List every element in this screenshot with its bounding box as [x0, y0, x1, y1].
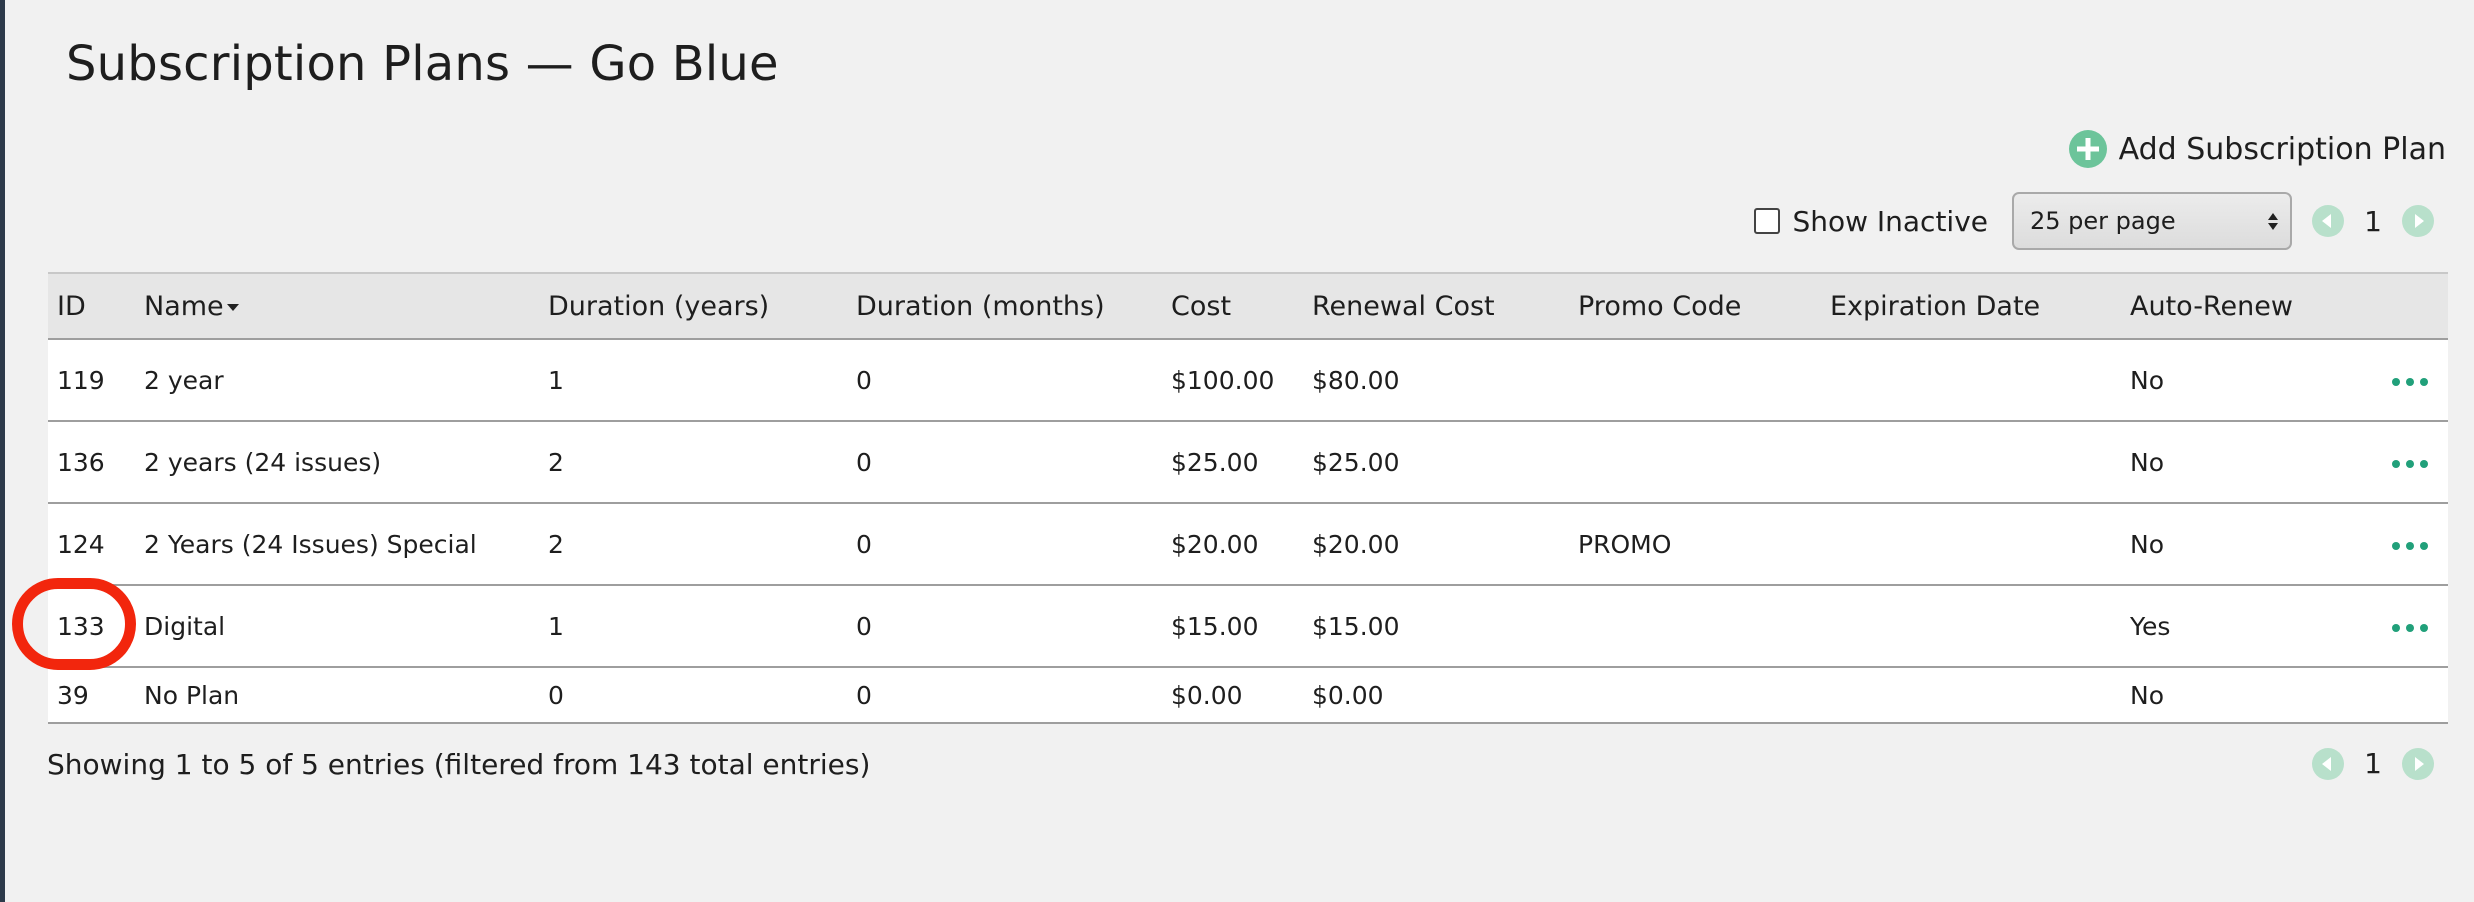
cell-auto-renew: Yes	[2130, 611, 2171, 641]
cell-duration-years: 0	[548, 680, 564, 710]
sort-descending-icon	[226, 303, 239, 311]
more-horizontal-icon[interactable]	[2392, 623, 2428, 632]
column-header-cost[interactable]: Cost	[1162, 272, 1303, 340]
column-header-expiration-date[interactable]: Expiration Date	[1821, 272, 2121, 340]
page-number[interactable]: 1	[2364, 747, 2382, 780]
cell-id: 133	[57, 611, 105, 641]
cell-cost: $100.00	[1171, 365, 1275, 395]
cell-renewal-cost: $20.00	[1312, 529, 1400, 559]
cell-duration-months: 0	[856, 447, 872, 477]
cell-expiration-date	[1821, 339, 2121, 421]
column-header-name-label: Name	[144, 290, 224, 322]
table-header-row: ID Name Duration (years) Duration (month…	[48, 272, 2448, 340]
chevron-right-icon[interactable]	[2402, 205, 2434, 237]
cell-renewal-cost: $0.00	[1312, 680, 1384, 710]
table-controls: Show Inactive 25 per page 1	[1754, 192, 2434, 250]
cell-id: 119	[57, 365, 105, 395]
row-actions-cell	[2321, 339, 2448, 421]
subscription-plans-table: ID Name Duration (years) Duration (month…	[48, 272, 2448, 724]
cell-promo-code	[1569, 667, 1821, 723]
cell-id: 39	[57, 680, 89, 710]
cell-auto-renew: No	[2130, 447, 2164, 477]
cell-cost: $15.00	[1171, 611, 1259, 641]
cell-name[interactable]: 2 year	[135, 339, 539, 421]
cell-cost: $25.00	[1171, 447, 1259, 477]
chevron-left-icon[interactable]	[2312, 205, 2344, 237]
cell-duration-months: 0	[856, 529, 872, 559]
table-row[interactable]: 39 No Plan 0 0 $0.00 $0.00 No	[48, 667, 2448, 723]
cell-id: 124	[57, 529, 105, 559]
cell-expiration-date	[1821, 667, 2121, 723]
show-inactive-checkbox[interactable]	[1754, 208, 1781, 234]
column-header-actions	[2321, 272, 2448, 340]
cell-renewal-cost: $80.00	[1312, 365, 1400, 395]
page-title: Subscription Plans — Go Blue	[66, 36, 779, 92]
row-actions-cell	[2321, 503, 2448, 585]
bottom-pagination: 1	[2312, 747, 2434, 780]
row-actions-cell	[2321, 585, 2448, 667]
cell-duration-years: 1	[548, 365, 564, 395]
show-inactive-label: Show Inactive	[1792, 204, 1988, 238]
chevron-left-icon[interactable]	[2312, 747, 2344, 780]
add-subscription-plan-label: Add Subscription Plan	[2118, 131, 2446, 167]
cell-name[interactable]: Digital	[135, 585, 539, 667]
more-horizontal-icon[interactable]	[2392, 377, 2428, 386]
cell-name[interactable]: 2 Years (24 Issues) Special	[135, 503, 539, 585]
select-arrows-icon	[2268, 212, 2278, 230]
row-actions-cell	[2321, 667, 2448, 723]
row-actions-cell	[2321, 421, 2448, 503]
cell-promo-code	[1569, 585, 1821, 667]
show-inactive-toggle[interactable]: Show Inactive	[1754, 205, 1988, 238]
page-number[interactable]: 1	[2364, 205, 2382, 238]
table-row[interactable]: 133 Digital 1 0 $15.00 $15.00 Yes	[48, 585, 2448, 667]
per-page-value: 25 per page	[2030, 207, 2176, 235]
column-header-duration-years[interactable]: Duration (years)	[539, 272, 847, 340]
table-row[interactable]: 136 2 years (24 issues) 2 0 $25.00 $25.0…	[48, 421, 2448, 503]
column-header-auto-renew[interactable]: Auto-Renew	[2121, 272, 2321, 340]
cell-promo-code	[1569, 421, 1821, 503]
column-header-renewal-cost[interactable]: Renewal Cost	[1303, 272, 1569, 340]
column-header-duration-months[interactable]: Duration (months)	[847, 272, 1162, 340]
cell-expiration-date	[1821, 585, 2121, 667]
cell-expiration-date	[1821, 421, 2121, 503]
add-subscription-plan-button[interactable]: Add Subscription Plan	[2068, 130, 2446, 168]
cell-promo-code	[1569, 339, 1821, 421]
cell-id: 136	[57, 447, 105, 477]
more-horizontal-icon[interactable]	[2392, 541, 2428, 550]
per-page-select[interactable]: 25 per page	[2012, 192, 2292, 250]
cell-duration-years: 2	[548, 447, 564, 477]
cell-duration-months: 0	[856, 611, 872, 641]
column-header-id[interactable]: ID	[48, 272, 135, 340]
cell-renewal-cost: $15.00	[1312, 611, 1400, 641]
column-header-name[interactable]: Name	[135, 272, 539, 340]
column-header-promo-code[interactable]: Promo Code	[1569, 272, 1821, 340]
cell-duration-months: 0	[856, 365, 872, 395]
window-edge	[0, 0, 5, 902]
more-horizontal-icon[interactable]	[2392, 459, 2428, 468]
cell-name[interactable]: 2 years (24 issues)	[135, 421, 539, 503]
cell-auto-renew: No	[2130, 529, 2164, 559]
cell-renewal-cost: $25.00	[1312, 447, 1400, 477]
table-info: Showing 1 to 5 of 5 entries (filtered fr…	[47, 748, 871, 781]
cell-auto-renew: No	[2130, 365, 2164, 395]
cell-name[interactable]: No Plan	[135, 667, 539, 723]
plus-circle-icon	[2068, 130, 2107, 168]
cell-cost: $0.00	[1171, 680, 1243, 710]
cell-duration-months: 0	[856, 680, 872, 710]
cell-cost: $20.00	[1171, 529, 1259, 559]
cell-promo-code: PROMO	[1578, 529, 1672, 559]
table-row[interactable]: 124 2 Years (24 Issues) Special 2 0 $20.…	[48, 503, 2448, 585]
cell-auto-renew: No	[2130, 680, 2164, 710]
cell-duration-years: 2	[548, 529, 564, 559]
cell-expiration-date	[1821, 503, 2121, 585]
chevron-right-icon[interactable]	[2402, 747, 2434, 780]
cell-duration-years: 1	[548, 611, 564, 641]
table-row[interactable]: 119 2 year 1 0 $100.00 $80.00 No	[48, 339, 2448, 421]
top-pagination: 1	[2312, 205, 2434, 238]
subscription-plans-table-container: ID Name Duration (years) Duration (month…	[48, 272, 2448, 724]
